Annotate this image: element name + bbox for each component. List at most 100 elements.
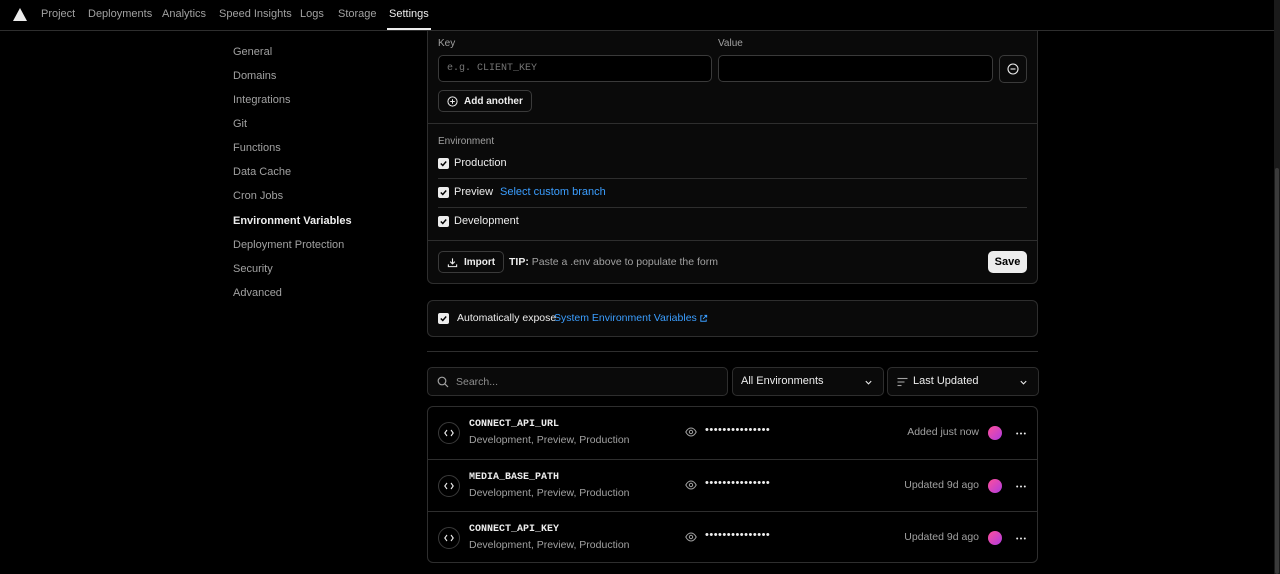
add-another-button[interactable]: Add another — [438, 90, 532, 112]
production-checkbox[interactable] — [438, 158, 449, 169]
sidebar-item-domains[interactable]: Domains — [233, 70, 276, 82]
code-icon — [438, 422, 460, 444]
tab-speed-insights[interactable]: Speed Insights — [219, 0, 292, 30]
sort-value: Last Updated — [913, 375, 979, 387]
env-var-environments: Development, Preview, Production — [469, 487, 630, 499]
tab-logs[interactable]: Logs — [300, 0, 324, 30]
system-env-vars-link-label: System Environment Variables — [554, 312, 697, 324]
sidebar-item-integrations[interactable]: Integrations — [233, 94, 290, 106]
sidebar-item-general[interactable]: General — [233, 46, 272, 58]
env-var-row[interactable]: MEDIA_BASE_PATH Development, Preview, Pr… — [428, 459, 1037, 511]
sidebar-item-functions[interactable]: Functions — [233, 142, 281, 154]
system-env-vars-link[interactable]: System Environment Variables — [554, 312, 708, 324]
auto-expose-checkbox[interactable] — [438, 313, 449, 324]
remove-row-button[interactable] — [999, 55, 1027, 83]
sidebar-item-git[interactable]: Git — [233, 118, 247, 130]
sidebar-item-cron-jobs[interactable]: Cron Jobs — [233, 190, 283, 202]
divider — [428, 123, 1037, 124]
environment-filter-value: All Environments — [741, 375, 824, 387]
divider — [428, 240, 1037, 241]
sidebar-item-environment-variables[interactable]: Environment Variables — [233, 215, 352, 227]
search-input[interactable] — [456, 373, 716, 391]
value-input[interactable] — [718, 55, 993, 82]
more-options-button[interactable] — [1014, 528, 1028, 548]
env-var-list: CONNECT_API_URL Development, Preview, Pr… — [427, 406, 1038, 563]
sidebar-item-security[interactable]: Security — [233, 263, 273, 275]
env-var-environments: Development, Preview, Production — [469, 539, 630, 551]
plus-circle-icon — [447, 95, 458, 107]
page-scrollbar-thumb[interactable] — [1275, 168, 1279, 574]
check-icon — [440, 190, 447, 196]
import-tip: TIP: Paste a .env above to populate the … — [509, 256, 718, 268]
save-button[interactable]: Save — [988, 251, 1027, 273]
value-label: Value — [718, 38, 743, 49]
tab-storage[interactable]: Storage — [338, 0, 377, 30]
environment-filter-select[interactable]: All Environments — [732, 367, 884, 396]
env-var-name: CONNECT_API_KEY — [469, 524, 560, 535]
sort-select[interactable]: Last Updated — [887, 367, 1039, 396]
avatar — [988, 426, 1002, 440]
check-icon — [440, 161, 447, 167]
tip-text: Paste a .env above to populate the form — [531, 256, 718, 268]
section-divider — [427, 351, 1038, 352]
code-icon — [438, 475, 460, 497]
development-checkbox[interactable] — [438, 216, 449, 227]
eye-icon[interactable] — [685, 480, 697, 490]
check-icon — [440, 219, 447, 225]
external-link-icon — [700, 314, 707, 322]
sidebar-item-advanced[interactable]: Advanced — [233, 287, 282, 299]
tab-deployments[interactable]: Deployments — [88, 0, 152, 30]
production-label: Production — [454, 157, 507, 169]
sort-icon — [897, 377, 908, 387]
ellipsis-icon — [1016, 432, 1026, 434]
env-var-updated: Updated 9d ago — [904, 531, 979, 543]
avatar — [988, 531, 1002, 545]
tab-settings[interactable]: Settings — [387, 0, 431, 30]
more-options-button[interactable] — [1014, 423, 1028, 443]
key-label: Key — [438, 38, 456, 49]
search-icon — [437, 376, 449, 388]
tip-prefix: TIP: — [509, 256, 529, 268]
eye-icon[interactable] — [685, 427, 697, 437]
environment-label: Environment — [438, 136, 495, 147]
select-custom-branch-link[interactable]: Select custom branch — [500, 186, 606, 198]
import-button[interactable]: Import — [438, 251, 505, 273]
sidebar-item-deployment-protection[interactable]: Deployment Protection — [233, 239, 344, 251]
add-another-label: Add another — [464, 95, 523, 107]
auto-expose-text: Automatically expose — [457, 312, 557, 324]
check-icon — [440, 316, 447, 322]
avatar — [988, 479, 1002, 493]
env-var-environments: Development, Preview, Production — [469, 434, 630, 446]
top-nav: Project Deployments Analytics Speed Insi… — [0, 0, 1274, 31]
search-box[interactable] — [427, 367, 728, 396]
download-icon — [447, 257, 458, 267]
preview-checkbox[interactable] — [438, 187, 449, 198]
chevron-down-icon — [1020, 380, 1027, 385]
key-input[interactable] — [438, 55, 712, 82]
tab-project[interactable]: Project — [41, 0, 75, 30]
divider — [438, 178, 1027, 179]
env-var-updated: Updated 9d ago — [904, 479, 979, 491]
vercel-logo-icon[interactable] — [13, 8, 27, 21]
more-options-button[interactable] — [1014, 476, 1028, 496]
chevron-down-icon — [865, 380, 872, 385]
env-var-masked-value: ••••••••••••••• — [705, 477, 771, 489]
development-label: Development — [454, 215, 519, 227]
env-var-masked-value: ••••••••••••••• — [705, 424, 771, 436]
env-var-name: MEDIA_BASE_PATH — [469, 472, 560, 483]
env-var-masked-value: ••••••••••••••• — [705, 529, 771, 541]
minus-circle-icon — [1007, 63, 1019, 75]
ellipsis-icon — [1016, 485, 1026, 487]
import-label: Import — [464, 256, 496, 268]
ellipsis-icon — [1016, 537, 1026, 539]
eye-icon[interactable] — [685, 532, 697, 542]
env-var-name: CONNECT_API_URL — [469, 419, 560, 430]
divider — [438, 207, 1027, 208]
env-var-updated: Added just now — [907, 426, 979, 438]
env-var-row[interactable]: CONNECT_API_URL Development, Preview, Pr… — [428, 407, 1037, 459]
tab-analytics[interactable]: Analytics — [162, 0, 206, 30]
preview-label: Preview — [454, 186, 494, 198]
env-var-row[interactable]: CONNECT_API_KEY Development, Preview, Pr… — [428, 511, 1037, 563]
sidebar-item-data-cache[interactable]: Data Cache — [233, 166, 291, 178]
code-icon — [438, 527, 460, 549]
